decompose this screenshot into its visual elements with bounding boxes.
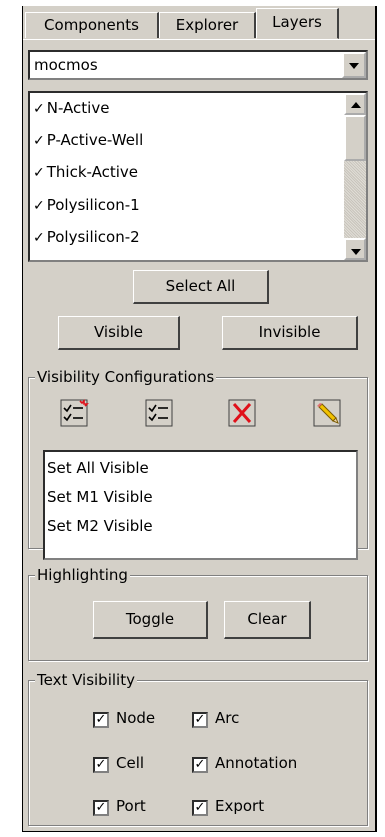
delete-icon[interactable] bbox=[227, 398, 257, 428]
new-config-icon[interactable] bbox=[59, 398, 89, 428]
tab-explorer-label: Explorer bbox=[175, 16, 239, 34]
layer-list-scrollbar[interactable] bbox=[344, 93, 366, 260]
layer-list: ✓ N-Active ✓ P-Active-Well ✓ Thick-Active ✓… bbox=[28, 91, 368, 262]
tab-explorer[interactable]: Explorer bbox=[159, 12, 256, 38]
config-item[interactable]: Set M1 Visible bbox=[47, 483, 153, 511]
layer-label: N-Active bbox=[46, 99, 110, 117]
tab-layers[interactable]: Layers bbox=[256, 8, 339, 39]
toggle-highlight-button[interactable]: Toggle bbox=[93, 601, 208, 639]
config-item-label: Set M1 Visible bbox=[47, 488, 153, 506]
layers-panel: Components Explorer Layers mocmos ✓ N-Act… bbox=[22, 6, 377, 832]
config-item-label: Set All Visible bbox=[47, 459, 149, 477]
check-icon: ✓ bbox=[33, 165, 45, 181]
check-icon: ✓ bbox=[95, 712, 107, 727]
visibility-configurations-title: Visibility Configurations bbox=[35, 368, 217, 386]
visible-label: Visible bbox=[94, 323, 143, 341]
rename-pencil-icon[interactable] bbox=[312, 398, 342, 428]
check-icon: ✓ bbox=[95, 757, 107, 772]
clear-label: Clear bbox=[247, 610, 287, 628]
select-all-button[interactable]: Select All bbox=[133, 270, 269, 304]
config-item[interactable]: Set M2 Visible bbox=[47, 512, 153, 540]
config-item[interactable]: Set All Visible bbox=[47, 454, 149, 482]
check-icon: ✓ bbox=[95, 800, 107, 815]
clear-highlight-button[interactable]: Clear bbox=[224, 601, 311, 639]
tab-bar: Components Explorer Layers bbox=[23, 6, 375, 40]
chevron-up-icon bbox=[351, 102, 361, 108]
scroll-down-button[interactable] bbox=[344, 238, 366, 260]
layer-item[interactable]: ✓ N-Active bbox=[33, 93, 109, 123]
port-checkbox[interactable]: ✓ bbox=[93, 800, 109, 816]
select-all-label: Select All bbox=[165, 277, 236, 295]
edit-list-icon[interactable] bbox=[144, 398, 174, 428]
tab-layers-label: Layers bbox=[272, 13, 322, 31]
scroll-thumb[interactable] bbox=[344, 115, 366, 161]
layer-label: Polysilicon-1 bbox=[46, 196, 140, 214]
layer-label: Polysilicon-2 bbox=[46, 228, 140, 246]
export-label: Export bbox=[215, 797, 265, 815]
annotation-checkbox[interactable]: ✓ bbox=[192, 757, 208, 773]
check-icon: ✓ bbox=[33, 101, 45, 117]
port-label: Port bbox=[116, 797, 146, 815]
check-icon: ✓ bbox=[33, 133, 45, 149]
text-visibility-group: Text Visibility ✓ Node ✓ Arc ✓ Cell ✓ An… bbox=[28, 671, 368, 826]
highlighting-title: Highlighting bbox=[35, 566, 130, 584]
visibility-config-list: Set All Visible Set M1 Visible Set M2 Vi… bbox=[43, 450, 358, 560]
check-icon: ✓ bbox=[33, 230, 45, 246]
invisible-label: Invisible bbox=[258, 323, 321, 341]
arc-checkbox[interactable]: ✓ bbox=[192, 712, 208, 728]
check-icon: ✓ bbox=[194, 800, 206, 815]
check-icon: ✓ bbox=[194, 757, 206, 772]
cell-label: Cell bbox=[116, 754, 145, 772]
chevron-down-icon bbox=[351, 249, 361, 255]
highlighting-group: Highlighting Toggle Clear bbox=[28, 566, 368, 661]
config-item-label: Set M2 Visible bbox=[47, 517, 153, 535]
arc-label: Arc bbox=[215, 709, 240, 727]
chevron-down-icon bbox=[349, 63, 359, 69]
annotation-label: Annotation bbox=[215, 754, 298, 772]
layer-item[interactable]: ✓ Thick-Active bbox=[33, 157, 138, 187]
cell-checkbox[interactable]: ✓ bbox=[93, 757, 109, 773]
layer-label: P-Active-Well bbox=[46, 131, 144, 149]
node-checkbox[interactable]: ✓ bbox=[93, 712, 109, 728]
node-label: Node bbox=[116, 709, 156, 727]
visible-button[interactable]: Visible bbox=[58, 316, 180, 350]
toggle-label: Toggle bbox=[125, 610, 175, 628]
layer-item[interactable]: ✓ P-Active-Well bbox=[33, 125, 143, 155]
dropdown-arrow-button[interactable] bbox=[342, 52, 366, 78]
text-visibility-title: Text Visibility bbox=[35, 671, 137, 689]
export-checkbox[interactable]: ✓ bbox=[192, 800, 208, 816]
tab-components-label: Components bbox=[44, 16, 139, 34]
check-icon: ✓ bbox=[33, 198, 45, 214]
layer-item[interactable]: ✓ Polysilicon-2 bbox=[33, 222, 140, 252]
check-icon: ✓ bbox=[194, 712, 206, 727]
layer-item[interactable]: ✓ Polysilicon-1 bbox=[33, 190, 140, 220]
invisible-button[interactable]: Invisible bbox=[222, 316, 358, 350]
visibility-configurations-group: Visibility Configurations Set All Visibl… bbox=[28, 368, 368, 560]
tab-components[interactable]: Components bbox=[25, 12, 159, 38]
technology-value: mocmos bbox=[34, 56, 98, 74]
layer-label: Thick-Active bbox=[46, 163, 138, 181]
scroll-up-button[interactable] bbox=[344, 93, 366, 115]
technology-dropdown[interactable]: mocmos bbox=[28, 50, 368, 80]
